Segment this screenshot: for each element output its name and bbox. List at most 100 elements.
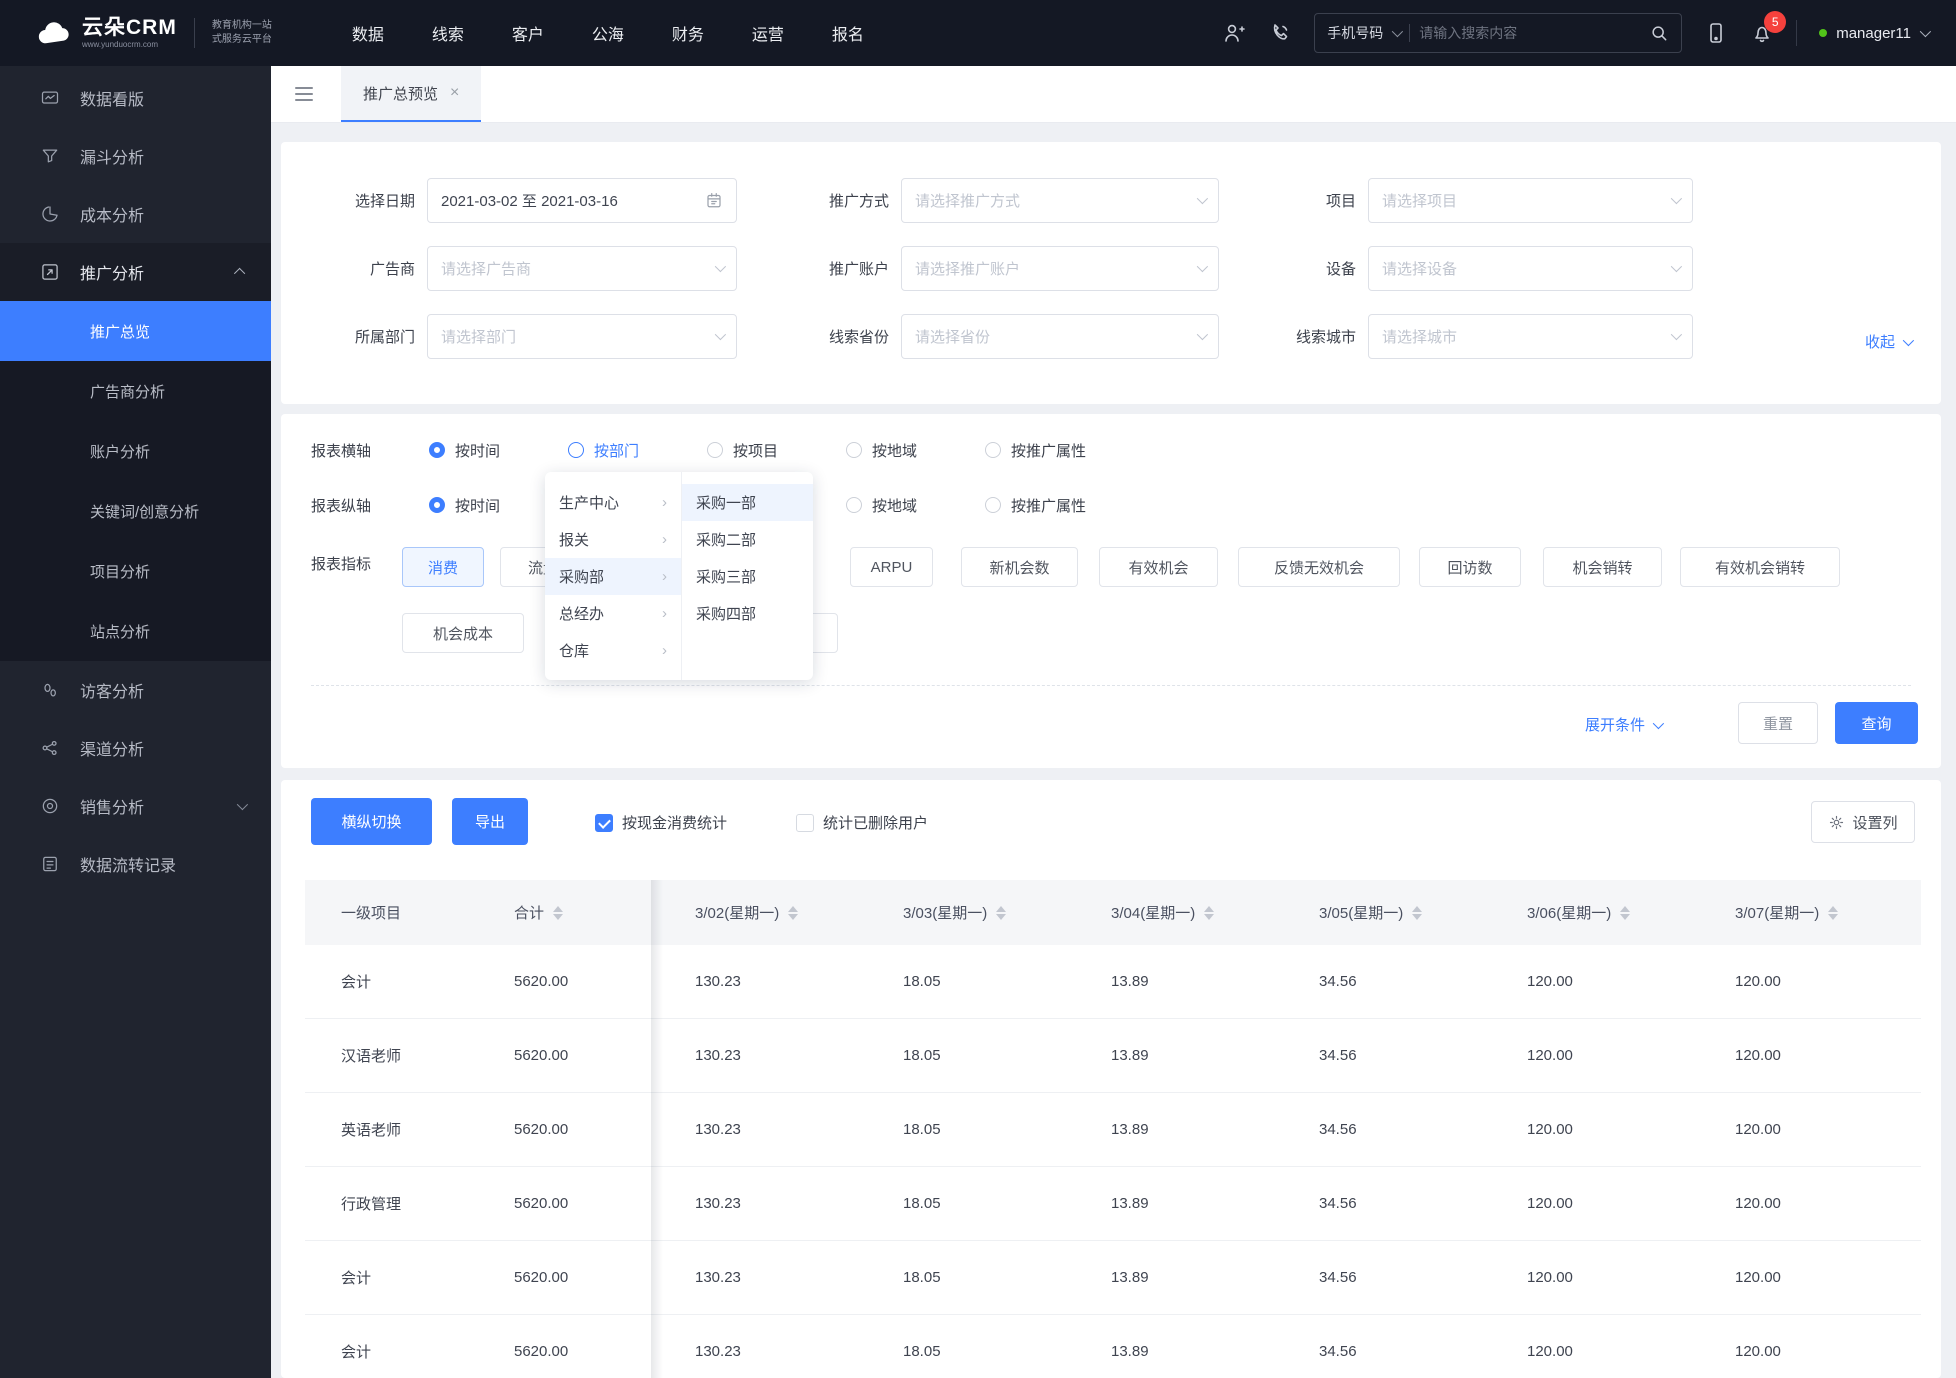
column-header-date-5[interactable]: 3/06(星期一) (1483, 902, 1691, 923)
metric-chip-opportunity-cost[interactable]: 机会成本 (402, 613, 524, 653)
menu-item-purchasing-dept[interactable]: 采购部 › (545, 558, 681, 595)
search-category-caret-icon[interactable] (1391, 25, 1404, 38)
column-settings-button[interactable]: 设置列 (1811, 801, 1915, 843)
sidebar-group-sales-analysis[interactable]: 销售分析 (0, 777, 271, 835)
advertiser-select[interactable]: 请选择广告商 (427, 245, 737, 291)
metric-chip-consume[interactable]: 消费 (402, 547, 484, 587)
phone-call-icon[interactable] (1268, 21, 1292, 45)
sort-icon[interactable] (996, 905, 1007, 920)
column-header-date-1[interactable]: 3/02(星期一) (651, 902, 859, 923)
radio-icon[interactable] (707, 442, 723, 458)
h-axis-by-project[interactable]: 按项目 (707, 440, 846, 461)
radio-icon[interactable] (568, 442, 584, 458)
sidebar-item-funnel-analysis[interactable]: 漏斗分析 (0, 127, 271, 185)
collapse-filters-link[interactable]: 收起 (1865, 331, 1915, 352)
sidebar-item-keyword-analysis[interactable]: 关键词/创意分析 (0, 481, 271, 541)
search-category-select[interactable]: 手机号码 (1327, 23, 1383, 43)
query-button[interactable]: 查询 (1835, 702, 1918, 744)
search-icon[interactable] (1649, 23, 1669, 43)
expand-group-icon[interactable] (236, 798, 249, 811)
sidebar-item-promotion-overview[interactable]: 推广总览 (0, 301, 271, 361)
sidebar-item-visitor-analysis[interactable]: 访客分析 (0, 661, 271, 719)
sort-icon[interactable] (1412, 905, 1423, 920)
sort-icon[interactable] (553, 905, 564, 920)
pivot-switch-button[interactable]: 横纵切换 (311, 798, 432, 845)
menu-item-operation[interactable]: 运营 (752, 21, 784, 45)
sort-icon[interactable] (1204, 905, 1215, 920)
menu-item-signup[interactable]: 报名 (832, 21, 864, 45)
sidebar-item-data-flow-records[interactable]: 数据流转记录 (0, 835, 271, 893)
column-header-date-3[interactable]: 3/04(星期一) (1067, 902, 1275, 923)
h-axis-by-department[interactable]: 按部门 (568, 440, 707, 461)
mobile-app-icon[interactable] (1704, 21, 1728, 45)
menu-item-data[interactable]: 数据 (352, 21, 384, 45)
menu-item-customers[interactable]: 客户 (512, 21, 544, 45)
device-select[interactable]: 请选择设备 (1368, 245, 1693, 291)
sort-icon[interactable] (1620, 905, 1631, 920)
metric-chip-new-opportunities[interactable]: 新机会数 (961, 547, 1078, 587)
menu-item-leads[interactable]: 线索 (432, 21, 464, 45)
deleted-users-checkbox[interactable]: 统计已删除用户 (796, 812, 928, 833)
sidebar-item-account-analysis[interactable]: 账户分析 (0, 421, 271, 481)
metric-chip-valid-opportunities[interactable]: 有效机会 (1099, 547, 1218, 587)
menu-item-purchasing-1[interactable]: 采购一部 (682, 484, 813, 521)
global-search[interactable]: 手机号码 请输入搜索内容 (1314, 13, 1683, 53)
menu-item-purchasing-4[interactable]: 采购四部 (682, 595, 813, 632)
checkbox-checked-icon[interactable] (595, 813, 613, 832)
menu-item-purchasing-3[interactable]: 采购三部 (682, 558, 813, 595)
v-axis-by-region[interactable]: 按地域 (846, 495, 985, 516)
lead-province-select[interactable]: 请选择省份 (901, 313, 1219, 359)
radio-icon[interactable] (429, 497, 445, 513)
close-tab-icon[interactable]: × (450, 84, 459, 102)
sidebar-group-promotion-analysis[interactable]: 推广分析 (0, 243, 271, 301)
user-menu[interactable]: manager11 (1819, 25, 1932, 42)
radio-icon[interactable] (429, 442, 445, 458)
metric-chip-valid-opportunity-conversion[interactable]: 有效机会销转 (1680, 547, 1840, 587)
promo-method-select[interactable]: 请选择推广方式 (901, 177, 1219, 223)
cash-consumption-checkbox[interactable]: 按现金消费统计 (595, 812, 727, 833)
column-header-total[interactable]: 合计 (490, 902, 651, 923)
h-axis-by-time[interactable]: 按时间 (429, 440, 568, 461)
radio-icon[interactable] (846, 442, 862, 458)
h-axis-by-region[interactable]: 按地域 (846, 440, 985, 461)
sidebar-item-cost-analysis[interactable]: 成本分析 (0, 185, 271, 243)
metric-chip-invalid-feedback[interactable]: 反馈无效机会 (1238, 547, 1400, 587)
export-button[interactable]: 导出 (452, 798, 528, 845)
expand-conditions-link[interactable]: 展开条件 (1585, 714, 1665, 735)
radio-icon[interactable] (846, 497, 862, 513)
radio-icon[interactable] (985, 497, 1001, 513)
sidebar-item-project-analysis[interactable]: 项目分析 (0, 541, 271, 601)
metric-chip-opportunity-conversion[interactable]: 机会销转 (1543, 547, 1662, 587)
menu-item-pool[interactable]: 公海 (592, 21, 624, 45)
date-range-picker[interactable]: 2021-03-02 至 2021-03-16 (427, 177, 737, 223)
column-header-date-2[interactable]: 3/03(星期一) (859, 902, 1067, 923)
sidebar-item-channel-analysis[interactable]: 渠道分析 (0, 719, 271, 777)
search-input[interactable]: 请输入搜索内容 (1419, 23, 1640, 43)
menu-item-customs[interactable]: 报关 › (545, 521, 681, 558)
menu-item-finance[interactable]: 财务 (672, 21, 704, 45)
notifications-bell[interactable]: 5 (1750, 11, 1787, 45)
sort-icon[interactable] (788, 905, 799, 920)
reset-button[interactable]: 重置 (1738, 702, 1818, 744)
v-axis-by-promo-attr[interactable]: 按推广属性 (985, 495, 1124, 516)
menu-item-general-office[interactable]: 总经办 › (545, 595, 681, 632)
tab-promotion-overview[interactable]: 推广总预览 × (341, 66, 482, 122)
user-caret-icon[interactable] (1919, 25, 1932, 38)
collapse-sidebar-icon[interactable] (295, 87, 313, 101)
department-select[interactable]: 请选择部门 (427, 313, 737, 359)
sort-icon[interactable] (1828, 905, 1839, 920)
sidebar-item-site-analysis[interactable]: 站点分析 (0, 601, 271, 661)
menu-item-production-center[interactable]: 生产中心 › (545, 484, 681, 521)
lead-city-select[interactable]: 请选择城市 (1368, 313, 1693, 359)
menu-item-purchasing-2[interactable]: 采购二部 (682, 521, 813, 558)
h-axis-by-promo-attr[interactable]: 按推广属性 (985, 440, 1124, 461)
collapse-group-icon[interactable] (233, 267, 246, 280)
promo-account-select[interactable]: 请选择推广账户 (901, 245, 1219, 291)
sidebar-item-dashboard[interactable]: 数据看版 (0, 69, 271, 127)
radio-icon[interactable] (985, 442, 1001, 458)
menu-item-warehouse[interactable]: 仓库 › (545, 632, 681, 669)
sidebar-item-advertiser-analysis[interactable]: 广告商分析 (0, 361, 271, 421)
project-select[interactable]: 请选择项目 (1368, 177, 1693, 223)
add-person-icon[interactable] (1222, 21, 1246, 45)
metric-chip-revisits[interactable]: 回访数 (1419, 547, 1521, 587)
